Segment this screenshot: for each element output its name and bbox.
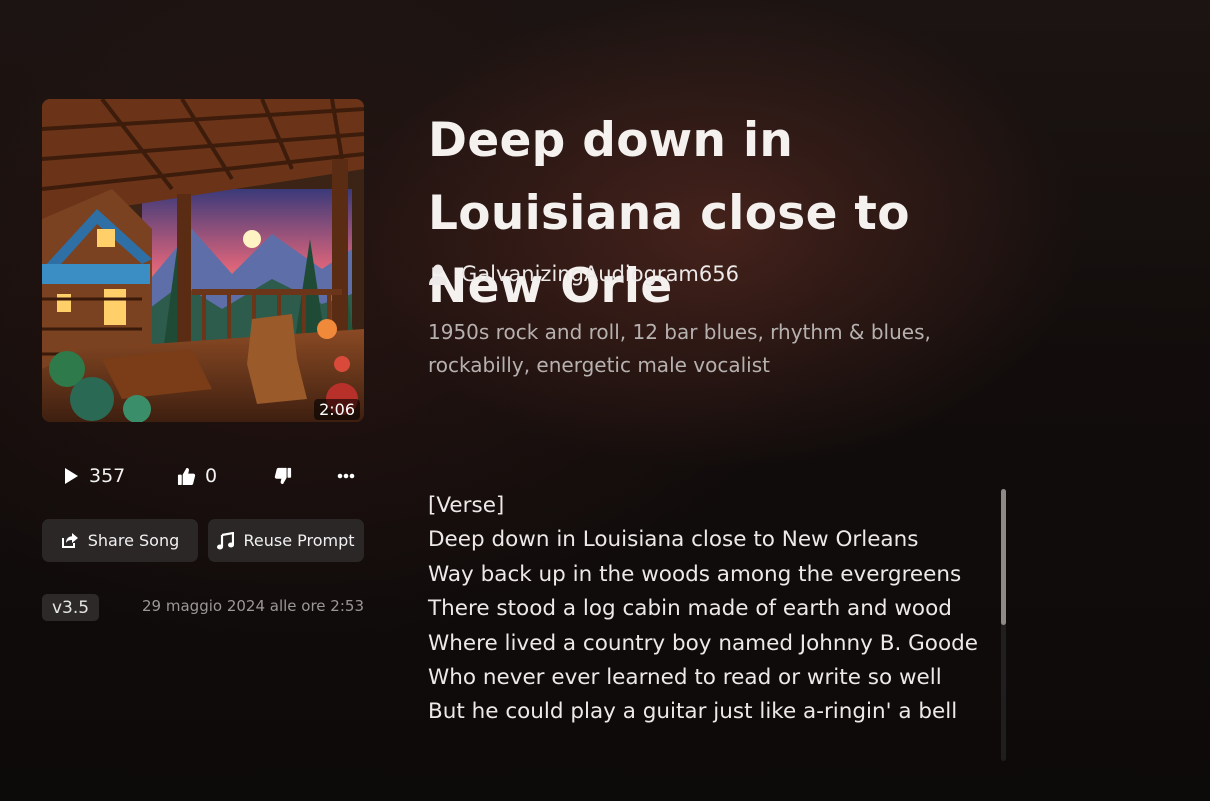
user-icon xyxy=(429,264,447,285)
share-song-label: Share Song xyxy=(87,531,180,550)
stats-row: 357 0 xyxy=(42,462,364,490)
lyrics-line: Way back up in the woods among the everg… xyxy=(428,561,962,587)
lyrics-line: Who never ever learned to read or write … xyxy=(428,665,942,691)
play-button[interactable]: 357 xyxy=(62,462,125,490)
share-icon xyxy=(61,533,78,548)
cover-art[interactable]: 2:06 xyxy=(42,99,364,422)
lyrics-line: There stood a log cabin made of earth an… xyxy=(428,596,952,622)
reuse-prompt-button[interactable]: Reuse Prompt xyxy=(208,519,364,562)
music-note-icon xyxy=(217,531,235,549)
created-date: 29 maggio 2024 alle ore 2:53 xyxy=(142,597,364,615)
author-name: GalvanizingAudiogram656 xyxy=(461,262,739,286)
style-tags: 1950s rock and roll, 12 bar blues, rhyth… xyxy=(428,320,931,377)
song-title: Deep down in Louisiana close to New Orle xyxy=(428,113,910,314)
play-count: 357 xyxy=(89,465,126,487)
cabin-porch-artwork xyxy=(42,99,364,422)
thumbs-down-icon xyxy=(274,467,292,485)
like-button[interactable]: 0 xyxy=(177,462,217,490)
lyrics-line: Where lived a country boy named Johnny B… xyxy=(428,630,978,656)
lyrics-line: [Verse] xyxy=(428,493,505,518)
like-count: 0 xyxy=(205,465,218,487)
lyrics-line: But he could play a guitar just like a-r… xyxy=(428,699,958,725)
author-link[interactable]: GalvanizingAudiogram656 xyxy=(428,262,739,286)
lyrics-scrollbar[interactable] xyxy=(1001,489,1006,761)
share-song-button[interactable]: Share Song xyxy=(42,519,198,562)
reuse-prompt-label: Reuse Prompt xyxy=(243,531,355,550)
thumbs-up-icon xyxy=(177,467,196,485)
lyrics-line: Deep down in Louisiana close to New Orle… xyxy=(428,527,919,553)
more-icon xyxy=(337,473,355,479)
version-badge: v3.5 xyxy=(42,594,99,621)
duration-badge: 2:06 xyxy=(314,399,360,420)
lyrics-panel[interactable]: [Verse] Deep down in Louisiana close to … xyxy=(428,489,988,730)
scrollbar-thumb[interactable] xyxy=(1001,489,1006,625)
play-icon xyxy=(65,468,78,484)
dislike-button[interactable] xyxy=(274,462,292,490)
more-options-button[interactable] xyxy=(337,462,355,490)
